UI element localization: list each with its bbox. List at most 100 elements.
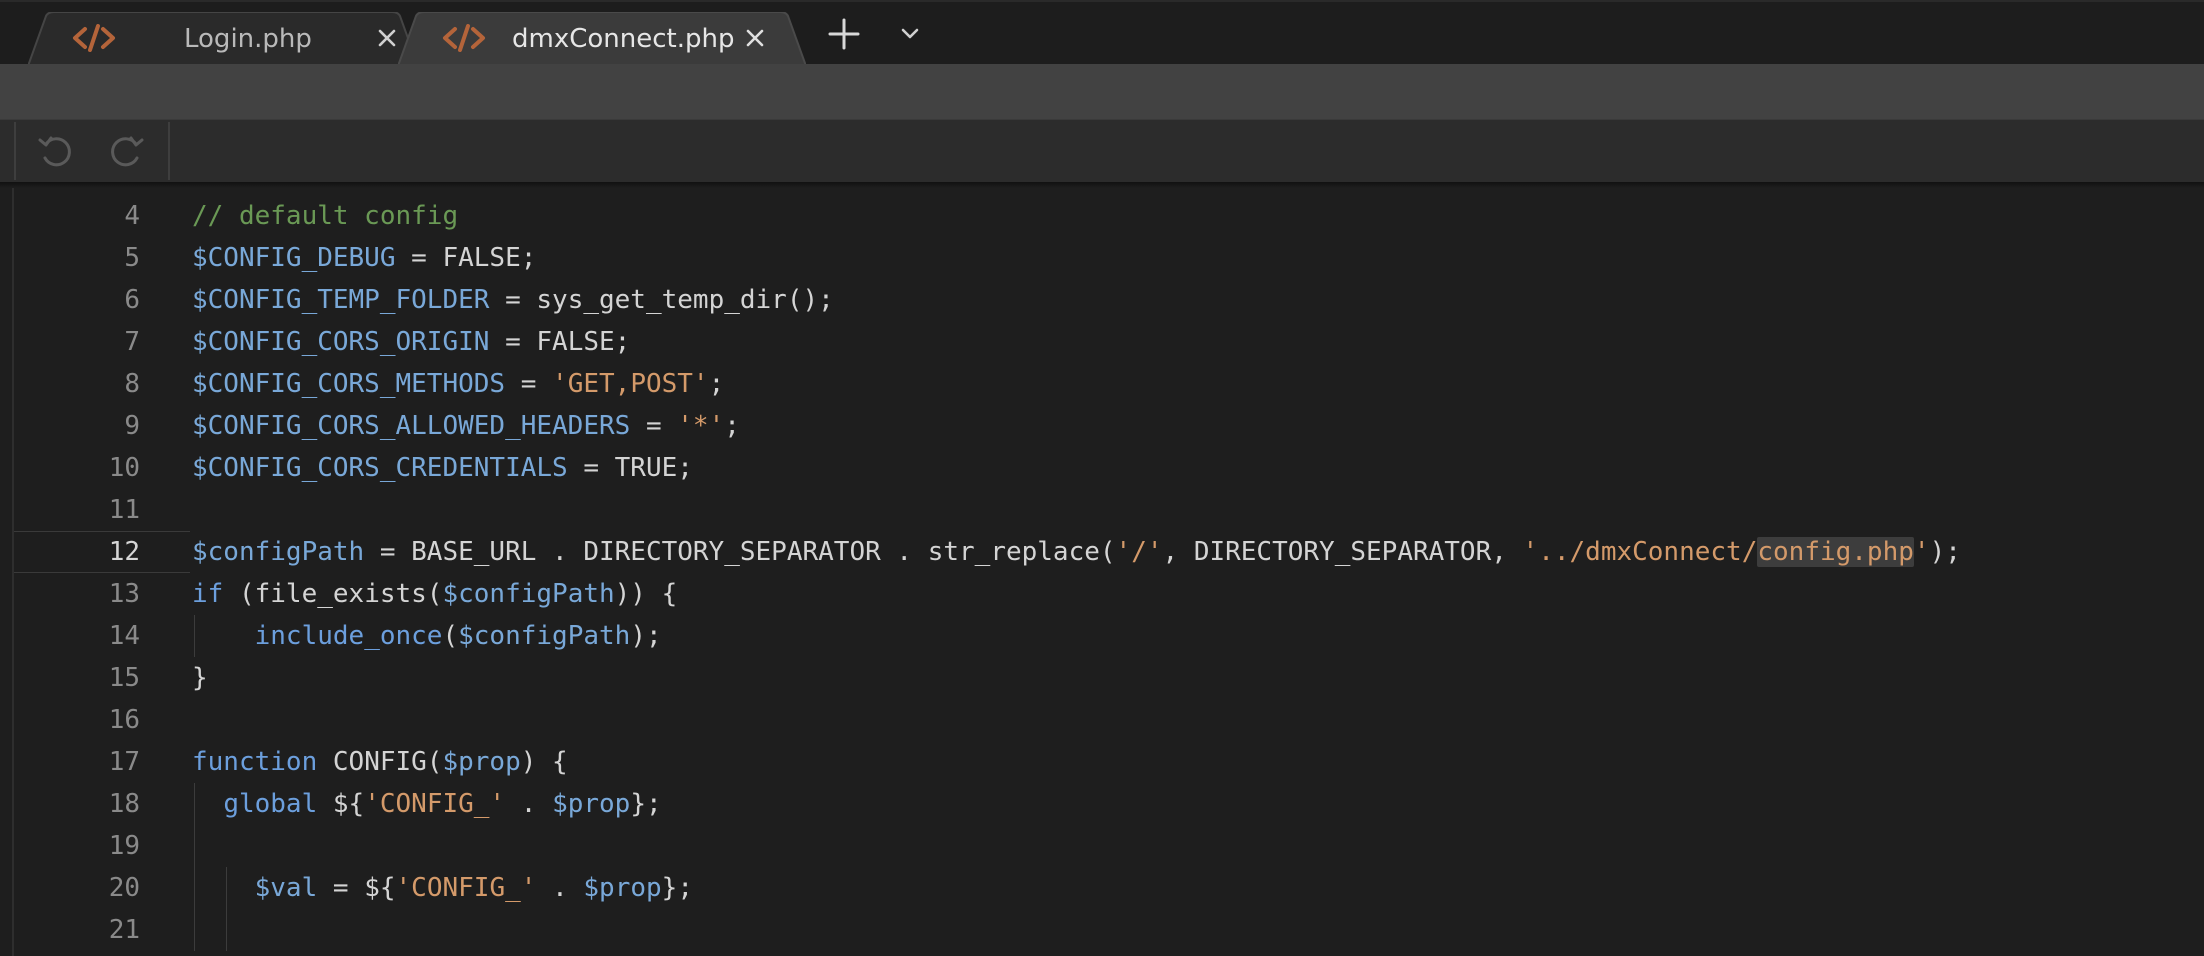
code-line[interactable]: 8 $CONFIG_CORS_METHODS = 'GET,POST';	[0, 363, 2204, 405]
tab-login[interactable]: Login.php	[28, 12, 418, 66]
code-token: $CONFIG_TEMP_FOLDER	[192, 285, 490, 315]
code-token: = sys_get_temp_dir();	[489, 285, 834, 315]
code-token: '/'	[1115, 537, 1163, 567]
code-text: include_once($configPath);	[192, 615, 662, 657]
tab-dmxconnect[interactable]: dmxConnect.php	[398, 12, 806, 66]
code-editor[interactable]: 4 // default config 5 $CONFIG_DEBUG = FALSE…	[0, 182, 2204, 956]
code-token: $configPath	[458, 621, 631, 651]
code-line[interactable]: 20 $val = ${'CONFIG_' . $prop};	[0, 867, 2204, 909]
code-line[interactable]: 9 $CONFIG_CORS_ALLOWED_HEADERS = '*';	[0, 405, 2204, 447]
code-token: $prop	[442, 747, 521, 777]
code-text: }	[192, 657, 208, 699]
indent-guide	[226, 867, 227, 951]
code-line[interactable]: 18 global ${'CONFIG_' . $prop};	[0, 783, 2204, 825]
editor-toolbar	[0, 119, 2204, 182]
code-line[interactable]: 17 function CONFIG($prop) {	[0, 741, 2204, 783]
code-token: = FALSE;	[489, 327, 631, 357]
code-token: function	[192, 747, 318, 777]
code-text: $CONFIG_CORS_CREDENTIALS = TRUE;	[192, 447, 693, 489]
redo-icon[interactable]	[106, 132, 146, 172]
toolbar-shadow	[0, 182, 2204, 188]
line-number: 4	[124, 201, 140, 231]
code-text: // default config	[192, 195, 458, 237]
close-icon[interactable]	[374, 25, 400, 51]
code-token: $CONFIG_CORS_ALLOWED_HEADERS	[192, 411, 631, 441]
code-token: 'CONFIG_'	[395, 873, 537, 903]
code-token: (	[442, 621, 459, 651]
code-token: ;	[724, 411, 740, 441]
code-token: $val	[254, 873, 318, 903]
code-token: (file_exists(	[223, 579, 443, 609]
code-text: if (file_exists($configPath)) {	[192, 573, 677, 615]
code-token: '	[1913, 537, 1930, 567]
line-number: 8	[124, 369, 140, 399]
code-text: $CONFIG_CORS_ALLOWED_HEADERS = '*';	[192, 405, 740, 447]
code-text: $CONFIG_CORS_METHODS = 'GET,POST';	[192, 363, 724, 405]
code-token: };	[661, 873, 693, 903]
code-token: ) {	[520, 747, 568, 777]
line-number: 9	[124, 411, 140, 441]
line-number: 19	[108, 831, 140, 861]
plus-icon[interactable]	[826, 16, 862, 52]
code-line[interactable]: 12 $configPath = BASE_URL . DIRECTORY_SEP…	[0, 531, 2204, 573]
undo-icon[interactable]	[36, 132, 76, 172]
code-line[interactable]: 21	[0, 909, 2204, 951]
line-number: 7	[124, 327, 140, 357]
code-token: = TRUE;	[567, 453, 693, 483]
chevron-down-icon[interactable]	[896, 20, 924, 48]
tab-title: dmxConnect.php	[512, 24, 735, 54]
code-token: }	[192, 663, 208, 693]
code-token: );	[1929, 537, 1961, 567]
line-number: 17	[108, 747, 140, 777]
code-token: // default config	[192, 201, 459, 231]
code-token: $configPath	[192, 537, 365, 567]
code-token: $prop	[552, 789, 631, 819]
code-text: function CONFIG($prop) {	[192, 741, 568, 783]
code-token: =	[505, 369, 553, 399]
code-line[interactable]: 4 // default config	[0, 195, 2204, 237]
tab-bar: Login.php dmxConnect.php	[0, 0, 2204, 66]
line-number: 12	[108, 537, 140, 567]
code-line[interactable]: 14 include_once($configPath);	[0, 615, 2204, 657]
code-line[interactable]: 5 $CONFIG_DEBUG = FALSE;	[0, 237, 2204, 279]
code-line[interactable]: 10 $CONFIG_CORS_CREDENTIALS = TRUE;	[0, 447, 2204, 489]
code-text: $CONFIG_CORS_ORIGIN = FALSE;	[192, 321, 630, 363]
code-token: $prop	[583, 873, 662, 903]
code-text: $configPath = BASE_URL . DIRECTORY_SEPAR…	[192, 531, 1961, 573]
code-token: )) {	[614, 579, 678, 609]
close-icon[interactable]	[742, 25, 768, 51]
line-number: 14	[108, 621, 140, 651]
code-line[interactable]: 11	[0, 489, 2204, 531]
code-token: = ${	[317, 873, 396, 903]
line-number: 18	[108, 789, 140, 819]
code-token: include_once	[254, 621, 443, 651]
line-number: 5	[124, 243, 140, 273]
code-text: global ${'CONFIG_' . $prop};	[192, 783, 662, 825]
code-token: $configPath	[442, 579, 615, 609]
code-line[interactable]: 7 $CONFIG_CORS_ORIGIN = FALSE;	[0, 321, 2204, 363]
code-token: '*'	[677, 411, 725, 441]
code-token: 'CONFIG_'	[364, 789, 506, 819]
code-line[interactable]: 16	[0, 699, 2204, 741]
code-token: =	[630, 411, 678, 441]
code-token: $CONFIG_CORS_CREDENTIALS	[192, 453, 568, 483]
code-text: $CONFIG_TEMP_FOLDER = sys_get_temp_dir()…	[192, 279, 834, 321]
code-line[interactable]: 19	[0, 825, 2204, 867]
indent-guide	[194, 783, 195, 951]
code-line[interactable]: 13 if (file_exists($configPath)) {	[0, 573, 2204, 615]
tab-title: Login.php	[184, 24, 312, 54]
line-number: 20	[108, 873, 140, 903]
line-number: 16	[108, 705, 140, 735]
code-file-icon	[73, 24, 115, 52]
code-token: ${	[317, 789, 365, 819]
code-line[interactable]: 15}	[0, 657, 2204, 699]
code-token: = BASE_URL . DIRECTORY_SEPARATOR . str_r…	[364, 537, 1116, 567]
code-line[interactable]: 6 $CONFIG_TEMP_FOLDER = sys_get_temp_dir(…	[0, 279, 2204, 321]
code-token: $CONFIG_DEBUG	[192, 243, 396, 273]
code-token: };	[630, 789, 662, 819]
code-token: .	[536, 873, 584, 903]
code-token: if	[192, 579, 224, 609]
